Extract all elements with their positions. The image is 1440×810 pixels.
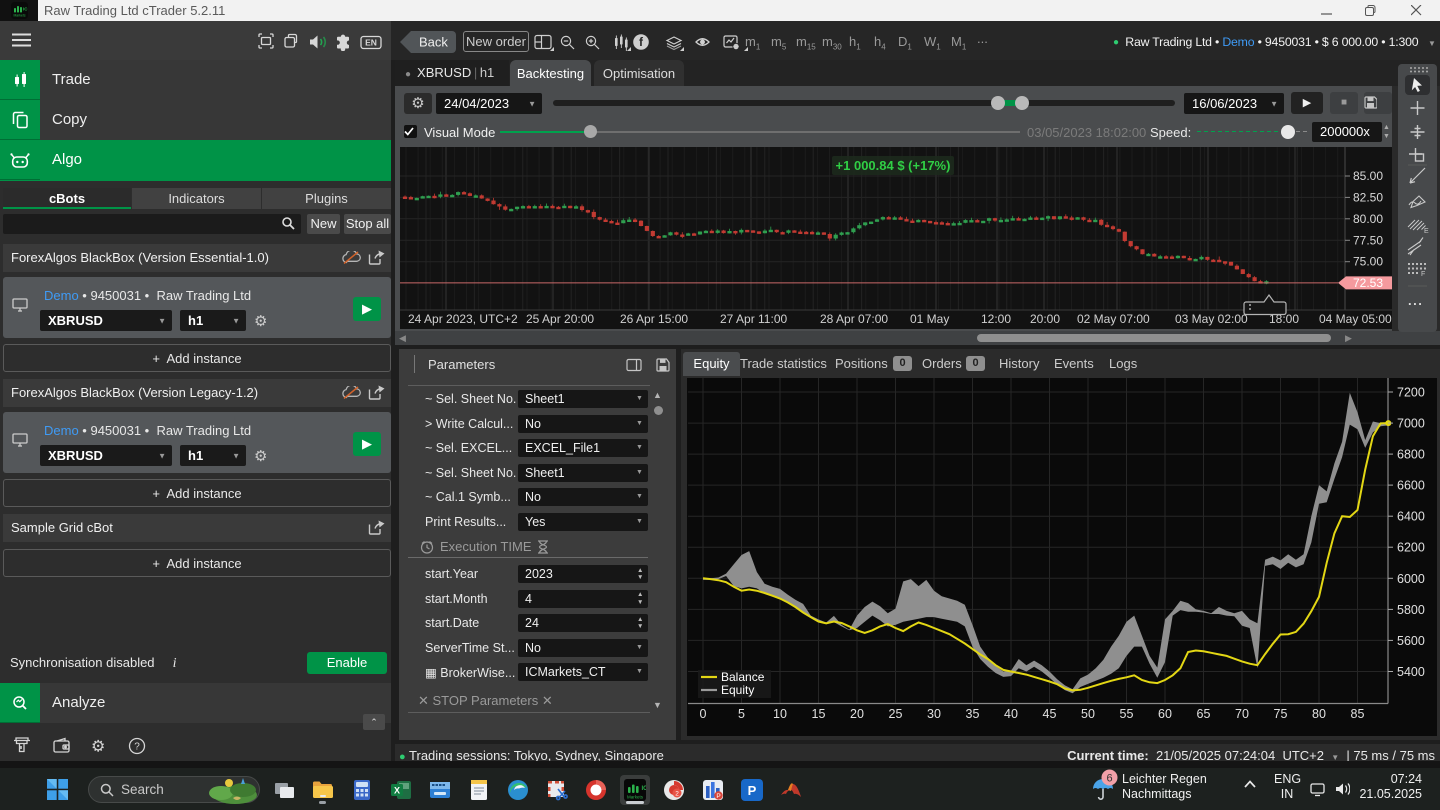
svg-text:Back: Back <box>419 35 448 50</box>
svg-text:X: X <box>394 786 400 796</box>
svg-text:28 Apr 07:00: 28 Apr 07:00 <box>820 312 888 326</box>
svg-text:6200: 6200 <box>1397 541 1425 555</box>
svg-text:80: 80 <box>1312 707 1326 721</box>
svg-text:82.50: 82.50 <box>1353 190 1383 204</box>
svg-text:7200: 7200 <box>1397 386 1425 400</box>
svg-text:85.00: 85.00 <box>1353 169 1383 183</box>
svg-text:Balance: Balance <box>721 670 765 684</box>
svg-text:E: E <box>1424 228 1429 235</box>
svg-text:45: 45 <box>1043 707 1057 721</box>
svg-text:50: 50 <box>1081 707 1095 721</box>
svg-text:27 Apr 11:00: 27 Apr 11:00 <box>720 312 787 326</box>
svg-text:03 May 02:00: 03 May 02:00 <box>1175 312 1248 326</box>
svg-text:25: 25 <box>889 707 903 721</box>
svg-text:12:00: 12:00 <box>981 312 1011 326</box>
svg-text:⚙: ⚙ <box>91 739 105 756</box>
svg-text:26 Apr 15:00: 26 Apr 15:00 <box>620 312 688 326</box>
svg-text:60: 60 <box>1158 707 1172 721</box>
svg-text:Equity: Equity <box>721 683 754 697</box>
svg-text:5400: 5400 <box>1397 665 1425 679</box>
svg-text:6: 6 <box>1106 773 1112 785</box>
svg-text:30: 30 <box>927 707 941 721</box>
svg-text:72.53: 72.53 <box>1353 276 1383 290</box>
svg-text:15: 15 <box>812 707 826 721</box>
svg-text:20: 20 <box>850 707 864 721</box>
svg-text:01 May: 01 May <box>910 312 949 326</box>
svg-text:20:00: 20:00 <box>1030 312 1060 326</box>
svg-text:75: 75 <box>1274 707 1288 721</box>
svg-text:IC: IC <box>23 7 28 12</box>
svg-text:Markets: Markets <box>13 14 25 18</box>
svg-text:40: 40 <box>1004 707 1018 721</box>
svg-text:80.00: 80.00 <box>1353 212 1383 226</box>
svg-text:P: P <box>748 783 757 798</box>
svg-text:6400: 6400 <box>1397 510 1425 524</box>
svg-text:70: 70 <box>1235 707 1249 721</box>
svg-text:77.50: 77.50 <box>1353 233 1383 247</box>
svg-text:2: 2 <box>675 791 679 798</box>
svg-text:85: 85 <box>1351 707 1365 721</box>
svg-text:5600: 5600 <box>1397 634 1425 648</box>
svg-text:5800: 5800 <box>1397 603 1425 617</box>
svg-text:6600: 6600 <box>1397 479 1425 493</box>
svg-text:7000: 7000 <box>1397 417 1425 431</box>
svg-text:75.00: 75.00 <box>1353 255 1383 269</box>
svg-text:0: 0 <box>700 707 707 721</box>
svg-text:F: F <box>1421 271 1425 278</box>
svg-text:?: ? <box>134 742 140 753</box>
svg-text:55: 55 <box>1120 707 1134 721</box>
svg-text:5: 5 <box>738 707 745 721</box>
svg-text:Markets: Markets <box>627 795 644 800</box>
svg-text:P: P <box>716 793 720 800</box>
svg-text:35: 35 <box>966 707 980 721</box>
svg-text:EN: EN <box>365 38 377 48</box>
svg-text:24 Apr 2023, UTC+2: 24 Apr 2023, UTC+2 <box>408 312 518 326</box>
svg-text:10: 10 <box>773 707 787 721</box>
svg-text:IC: IC <box>642 786 647 792</box>
svg-text:02 May 07:00: 02 May 07:00 <box>1077 312 1150 326</box>
svg-text:6000: 6000 <box>1397 572 1425 586</box>
svg-text:65: 65 <box>1197 707 1211 721</box>
svg-text:+1 000.84 $ (+17%): +1 000.84 $ (+17%) <box>836 158 951 173</box>
svg-text:6800: 6800 <box>1397 448 1425 462</box>
svg-text:25 Apr 20:00: 25 Apr 20:00 <box>526 312 594 326</box>
svg-text:04 May 05:00: 04 May 05:00 <box>1319 312 1392 326</box>
